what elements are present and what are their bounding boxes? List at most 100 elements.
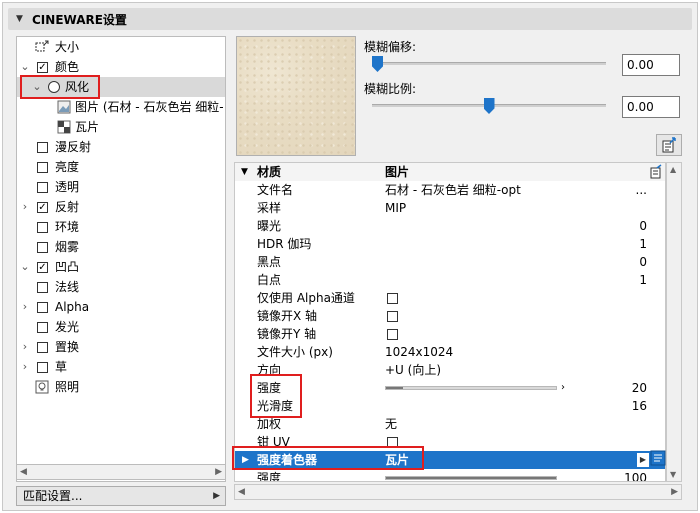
tree-item-bump[interactable]: ⌄ ✓ 凹凸 [17, 257, 225, 277]
tree-item-size[interactable]: 大小 [17, 37, 225, 57]
displacement-checkbox[interactable] [37, 342, 48, 353]
table-row[interactable]: 加权 无 [235, 415, 665, 433]
tree-item-environment[interactable]: 环境 [17, 217, 225, 237]
strength2-slider[interactable] [385, 476, 557, 480]
table-row[interactable]: HDR 伽玛 1 [235, 235, 665, 253]
panel-header[interactable]: ▼ CINEWARE设置 [8, 8, 692, 30]
table-row[interactable]: 黑点 0 [235, 253, 665, 271]
scroll-right-icon[interactable]: ▶ [671, 485, 678, 499]
chevron-right-icon[interactable]: › [19, 297, 31, 317]
scroll-right-icon[interactable]: ▶ [215, 465, 222, 479]
chevron-right-icon[interactable]: › [19, 337, 31, 357]
table-row[interactable]: 文件名 石材 - 石灰色岩 细粒-opt ... [235, 181, 665, 199]
reflectance-checkbox[interactable]: ✓ [37, 202, 48, 213]
prop-number[interactable]: 1 [639, 235, 647, 253]
table-row[interactable]: 钳 UV [235, 433, 665, 451]
prop-number[interactable]: 20 [632, 379, 647, 397]
clamp-uv-checkbox[interactable] [387, 437, 398, 448]
prop-value[interactable]: 石材 - 石灰色岩 细粒-opt [385, 181, 521, 199]
table-row[interactable]: 镜像开Y 轴 [235, 325, 665, 343]
collapse-triangle-icon[interactable]: ▼ [16, 14, 23, 24]
bump-checkbox[interactable]: ✓ [37, 262, 48, 273]
table-row[interactable]: 曝光 0 [235, 217, 665, 235]
tree-item-glow[interactable]: 发光 [17, 317, 225, 337]
tree-item-image[interactable]: 图片 (石材 - 石灰色岩 细粒- [17, 97, 225, 117]
tree-item-color[interactable]: ⌄ ✓ 颜色 [17, 57, 225, 77]
luminance-checkbox[interactable] [37, 162, 48, 173]
chevron-down-icon[interactable]: ⌄ [19, 57, 31, 77]
scroll-left-icon[interactable]: ◀ [20, 465, 27, 479]
table-row[interactable]: 镜像开X 轴 [235, 307, 665, 325]
match-settings-button[interactable]: 匹配设置... ▶ [16, 486, 226, 506]
tree-item-illumination[interactable]: 照明 [17, 377, 225, 397]
table-row[interactable]: 强度 100 [235, 469, 665, 481]
table-row-selected[interactable]: ▶ 强度着色器 瓦片 ▶ [235, 451, 665, 469]
glow-checkbox[interactable] [37, 322, 48, 333]
color-checkbox[interactable]: ✓ [37, 62, 48, 73]
tree-item-tiles[interactable]: 瓦片 [17, 117, 225, 137]
fog-checkbox[interactable] [37, 242, 48, 253]
prop-number[interactable]: 16 [632, 397, 647, 415]
channel-tree[interactable]: 大小 ⌄ ✓ 颜色 ⌄ 风化 图片 (石材 - 石灰色岩 细粒- 瓦片 漫反射 … [16, 36, 226, 482]
table-row[interactable]: 方向 +U (向上) [235, 361, 665, 379]
tree-horizontal-scrollbar[interactable]: ◀ ▶ [16, 464, 226, 480]
tree-item-grass[interactable]: › 草 [17, 357, 225, 377]
table-horizontal-scrollbar[interactable]: ◀ ▶ [234, 484, 682, 500]
shader-menu-icon[interactable] [649, 164, 663, 180]
chevron-down-icon[interactable]: ⌄ [31, 77, 43, 97]
tree-item-fog[interactable]: 烟雾 [17, 237, 225, 257]
prop-value[interactable]: 瓦片 [385, 451, 409, 469]
scroll-left-icon[interactable]: ◀ [238, 485, 245, 499]
radio-icon[interactable] [47, 80, 61, 94]
tree-item-transparency[interactable]: 透明 [17, 177, 225, 197]
tree-item-luminance[interactable]: 亮度 [17, 157, 225, 177]
tree-item-diffusion[interactable]: 漫反射 [17, 137, 225, 157]
expand-triangle-icon[interactable]: ▶ [242, 451, 249, 469]
tree-item-weathering[interactable]: ⌄ 风化 [17, 77, 225, 97]
table-row[interactable]: 采样 MIP [235, 199, 665, 217]
prop-number[interactable]: 100 [624, 469, 647, 481]
prop-name: 强度着色器 [257, 453, 318, 467]
normal-checkbox[interactable] [37, 282, 48, 293]
mirror-x-checkbox[interactable] [387, 311, 398, 322]
prop-value[interactable]: 无 [385, 415, 397, 433]
table-row[interactable]: 白点 1 [235, 271, 665, 289]
prop-number[interactable]: 0 [639, 253, 647, 271]
blur-offset-field[interactable]: 0.00 [622, 54, 680, 76]
scroll-up-icon[interactable]: ▲ [670, 165, 676, 174]
shader-properties-table[interactable]: ▼ 材质 图片 文件名 石材 - 石灰色岩 细粒-opt ... 采样 MIP … [234, 162, 666, 482]
prop-number[interactable]: 0 [639, 217, 647, 235]
blur-scale-field[interactable]: 0.00 [622, 96, 680, 118]
slider-handle-icon[interactable]: › [561, 379, 565, 397]
tree-item-normal[interactable]: 法线 [17, 277, 225, 297]
tree-item-displacement[interactable]: › 置换 [17, 337, 225, 357]
prop-value[interactable]: MIP [385, 199, 406, 217]
tree-item-alpha[interactable]: › Alpha [17, 297, 225, 317]
table-row[interactable]: 光滑度 16 [235, 397, 665, 415]
table-vertical-scrollbar[interactable]: ▲ ▼ [666, 162, 682, 482]
scroll-down-icon[interactable]: ▼ [670, 470, 676, 479]
table-row[interactable]: 仅使用 Alpha通道 [235, 289, 665, 307]
chevron-down-icon[interactable]: ⌄ [19, 257, 31, 277]
prop-value[interactable]: +U (向上) [385, 361, 441, 379]
alpha-only-checkbox[interactable] [387, 293, 398, 304]
blur-offset-slider[interactable] [372, 62, 606, 65]
grass-checkbox[interactable] [37, 362, 48, 373]
shader-options-icon[interactable] [650, 450, 666, 466]
mirror-y-checkbox[interactable] [387, 329, 398, 340]
environment-checkbox[interactable] [37, 222, 48, 233]
browse-file-button[interactable]: ... [636, 181, 647, 199]
table-row[interactable]: 强度 › 20 [235, 379, 665, 397]
prop-number[interactable]: 1 [639, 271, 647, 289]
edit-texture-button[interactable] [656, 134, 682, 156]
chevron-right-icon[interactable]: › [19, 357, 31, 377]
strength-slider[interactable] [385, 386, 557, 390]
diffusion-checkbox[interactable] [37, 142, 48, 153]
transparency-checkbox[interactable] [37, 182, 48, 193]
tree-item-reflectance[interactable]: › ✓ 反射 [17, 197, 225, 217]
collapse-triangle-icon[interactable]: ▼ [241, 163, 248, 181]
alpha-checkbox[interactable] [37, 302, 48, 313]
chevron-right-icon[interactable]: › [19, 197, 31, 217]
shader-play-icon[interactable]: ▶ [637, 453, 649, 467]
table-row[interactable]: 文件大小 (px) 1024x1024 [235, 343, 665, 361]
